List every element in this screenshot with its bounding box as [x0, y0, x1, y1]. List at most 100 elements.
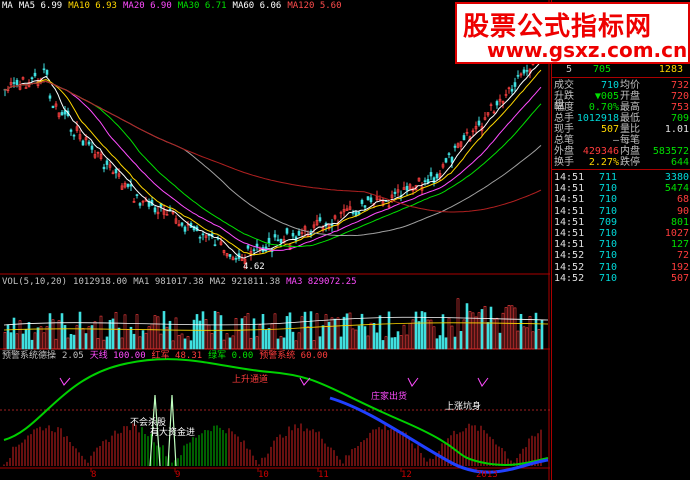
volume-bar	[228, 337, 232, 350]
candle-body	[477, 120, 481, 126]
volume-bar	[159, 333, 163, 350]
tick-row[interactable]: 14:51 710 1027	[552, 228, 690, 240]
volume-bar	[255, 336, 259, 350]
candle-body	[267, 237, 271, 244]
volume-bar	[258, 324, 262, 350]
volume-bar	[36, 327, 40, 350]
volume-bar	[102, 339, 106, 350]
tick-price: 710	[598, 183, 617, 195]
volume-bar	[357, 325, 361, 350]
candle-body	[291, 233, 295, 237]
candle-body	[87, 141, 91, 145]
ma-legend-item-0: MA	[2, 1, 13, 11]
volume-bar	[15, 333, 19, 350]
volume-bar	[540, 319, 544, 350]
vol-legend-item-3: MA2 921811.38	[209, 277, 281, 287]
candle-body	[42, 68, 46, 71]
candle-body	[15, 79, 19, 86]
candle-body	[513, 82, 517, 87]
volume-bar	[507, 305, 511, 350]
candle-body	[48, 95, 52, 99]
candle-body	[405, 185, 409, 191]
volume-bar	[39, 326, 43, 350]
tick-row[interactable]: 14:52 710 507	[552, 273, 690, 285]
buy-level-row[interactable]: 5 705 1283	[552, 64, 690, 76]
tick-row[interactable]: 14:51 711 3380	[552, 172, 690, 184]
volume-bar	[51, 319, 55, 350]
candle-body	[369, 197, 373, 203]
volume-bar	[114, 312, 118, 350]
candle-body	[450, 157, 454, 163]
tick-price: 710	[598, 239, 617, 251]
volume-bar	[186, 336, 190, 350]
volume-bar	[504, 307, 508, 350]
vol-legend-item-4: MA3 829072.25	[286, 277, 357, 287]
candle-body	[360, 199, 364, 204]
volume-bar	[363, 326, 367, 350]
volume-bar	[12, 317, 16, 350]
annotation-distribution: 庄家出货	[371, 392, 408, 402]
ind-legend-item-3: 红军 48.31	[151, 351, 203, 361]
tick-row[interactable]: 14:51 710 90	[552, 206, 690, 218]
volume-bar	[408, 323, 412, 350]
volume-bar	[246, 313, 250, 350]
volume-bar	[132, 333, 136, 350]
price: 705	[592, 64, 611, 75]
volume-bar	[393, 337, 397, 350]
volume-bar	[267, 328, 271, 350]
tick-time: 14:51	[554, 183, 585, 195]
candle-body	[114, 169, 118, 174]
volume-bar	[537, 329, 541, 350]
tick-time: 14:52	[554, 261, 585, 273]
volume-bar	[123, 314, 127, 350]
volume-bar	[462, 319, 466, 350]
tick-row[interactable]: 14:52 710 192	[552, 262, 690, 274]
ma-legend-item-5: MA60 6.06	[232, 1, 282, 11]
tick-row[interactable]: 14:51 710 5474	[552, 183, 690, 195]
volume-bar	[366, 335, 370, 350]
volume-bar	[105, 336, 109, 350]
volume-bar	[438, 335, 442, 350]
volume-bar	[294, 340, 298, 350]
volume-bar	[93, 321, 97, 350]
volume-bar	[489, 306, 493, 350]
candle-body	[423, 180, 427, 183]
volume-bar	[60, 313, 64, 350]
candle-body	[432, 177, 436, 183]
volume-bar	[360, 313, 364, 350]
tick-price: 710	[598, 272, 617, 284]
candle-body	[135, 194, 139, 196]
volume-bar	[291, 331, 295, 350]
volume-bar	[435, 338, 439, 350]
volume-bar	[486, 322, 490, 350]
volume-bar	[30, 339, 34, 350]
volume-bar	[498, 332, 502, 350]
volume-bar	[333, 318, 337, 350]
volume-bar	[135, 314, 139, 350]
tick-row[interactable]: 14:51 710 68	[552, 194, 690, 206]
volume-bar	[474, 316, 478, 350]
volume-bar	[234, 318, 238, 350]
volume-bar	[369, 322, 373, 350]
volume-bar	[297, 332, 301, 350]
volume-bar	[441, 314, 445, 350]
candle-body	[180, 222, 184, 226]
quote-row[interactable]: 换手 2.27% 跌停 644	[552, 157, 690, 169]
volume-bar	[276, 338, 280, 350]
tick-row[interactable]: 14:52 710 72	[552, 250, 690, 262]
volume-bar	[423, 312, 427, 350]
volume-bar	[417, 321, 421, 350]
volume-bar	[285, 316, 289, 350]
tick-row[interactable]: 14:51 709 801	[552, 217, 690, 229]
volume-bar	[342, 316, 346, 350]
volume-bar	[156, 316, 160, 350]
chart-area[interactable]: MA MA5 6.99 MA10 6.93 MA20 6.90 MA30 6.71 MA6…	[0, 0, 550, 480]
tick-row[interactable]: 14:51 710 127	[552, 239, 690, 251]
tick-volume: 507	[670, 272, 689, 284]
volume-bar	[399, 335, 403, 350]
x-axis-label: 9	[175, 470, 181, 480]
tick-price: 710	[598, 205, 617, 217]
x-axis-label: 10	[258, 470, 269, 480]
volume-bar	[375, 332, 379, 350]
volume-bar	[231, 335, 235, 350]
